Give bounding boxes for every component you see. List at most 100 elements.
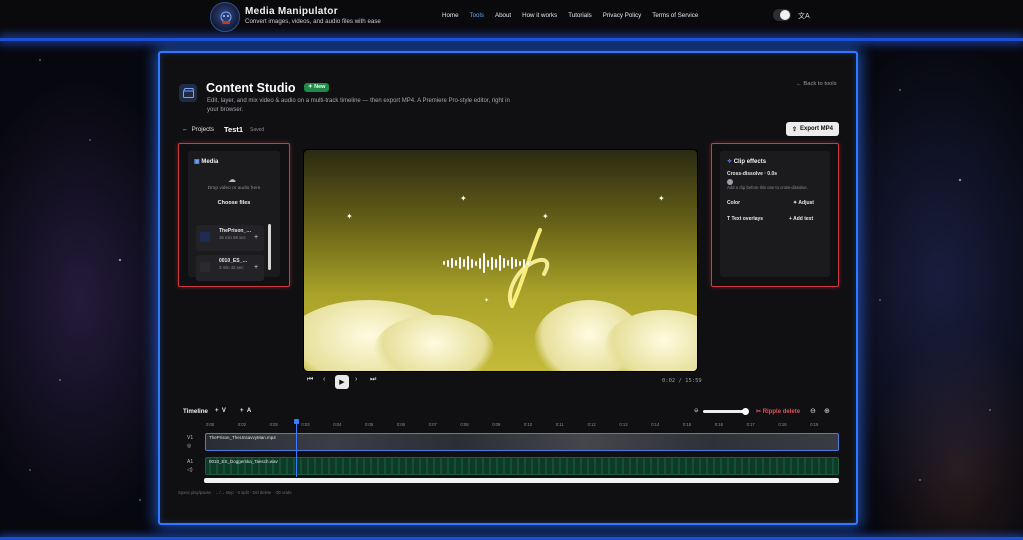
- playhead[interactable]: [294, 419, 299, 477]
- media-item-duration: 3 min 42 sec: [219, 265, 244, 270]
- audio-thumb-icon: [200, 262, 210, 272]
- ruler-tick: 0:07: [428, 422, 437, 427]
- upload-cloud-icon: ☁: [228, 175, 236, 184]
- app-root: Media Manipulator Convert images, videos…: [0, 0, 1023, 540]
- ruler-tick: 0:19: [810, 422, 819, 427]
- ruler-tick: 0:04: [333, 422, 342, 427]
- projects-link[interactable]: ← Projects: [182, 126, 214, 133]
- track-label-a1: A1: [187, 459, 194, 465]
- wand-icon: ✧: [727, 159, 733, 165]
- timeline-zoom-slider[interactable]: [703, 407, 749, 415]
- timeline-ruler[interactable]: 0:00 0:02 0:03 0:03 0:04 0:05 0:06 0:07 0:08 0:09…: [204, 422, 838, 431]
- ruler-tick: 0:02: [237, 422, 246, 427]
- nav-tools[interactable]: Tools: [470, 12, 484, 19]
- track-label-v1: V1: [187, 435, 194, 441]
- top-nav: Media Manipulator Convert images, videos…: [0, 0, 1023, 38]
- zoom-out-small-icon: ⊖: [694, 408, 699, 414]
- media-item[interactable]: 0010_ES_… 3 min 42 sec +: [196, 255, 264, 281]
- ripple-delete-button[interactable]: ✂ Ripple delete: [756, 408, 800, 415]
- crossfade-label: Cross-dissolve · 0.0s: [727, 171, 778, 177]
- step-forward-icon[interactable]: ›: [355, 376, 357, 383]
- color-label: Color: [727, 200, 741, 206]
- clapperboard-icon: [179, 84, 197, 102]
- text-overlays-text: Text overlays: [731, 216, 764, 222]
- play-button[interactable]: ▶: [335, 375, 349, 389]
- skip-start-icon[interactable]: ⏮: [307, 376, 313, 384]
- media-panel-title: Media: [201, 159, 219, 165]
- speaker-icon[interactable]: ◁): [187, 467, 193, 473]
- logo-icon[interactable]: [210, 2, 240, 32]
- nav-how-it-works[interactable]: How it works: [522, 12, 557, 19]
- timeline-scrollbar[interactable]: [204, 478, 839, 483]
- step-back-icon[interactable]: ‹: [323, 376, 325, 383]
- translate-icon[interactable]: 文A: [798, 11, 810, 21]
- effects-panel-title: Clip effects: [733, 159, 767, 165]
- nav-glow-divider: [0, 38, 1023, 41]
- ruler-tick: 0:08: [460, 422, 469, 427]
- export-icon: ⇪: [791, 126, 797, 133]
- drop-text: Drop video or audio here: [207, 186, 261, 191]
- skip-end-icon[interactable]: ⏭: [370, 376, 376, 384]
- zoom-out-icon[interactable]: ⊖: [810, 407, 816, 415]
- media-panel-header: ▣ Media: [194, 158, 218, 165]
- crossfade-hint: Add a clip before this one to cross-diss…: [727, 185, 808, 190]
- sparkle-icon: ✦: [542, 212, 549, 221]
- add-audio-track-button[interactable]: + A: [240, 408, 251, 414]
- ruler-tick: 0:13: [619, 422, 628, 427]
- video-clip-name: ThePrison_TheUnsavvyMan.mp4: [209, 435, 276, 440]
- ruler-tick: 0:10: [524, 422, 533, 427]
- choose-files-button[interactable]: Choose files: [218, 200, 251, 206]
- new-badge-label: New: [314, 84, 326, 90]
- ruler-tick: 0:17: [746, 422, 755, 427]
- ruler-tick: 0:06: [396, 422, 405, 427]
- add-to-timeline-icon[interactable]: +: [254, 234, 258, 241]
- project-name[interactable]: Test1: [224, 125, 243, 134]
- nav-terms[interactable]: Terms of Service: [652, 12, 698, 19]
- zoom-in-icon[interactable]: ⊕: [824, 407, 830, 415]
- video-thumb-icon: [200, 232, 210, 242]
- export-label: Export MP4: [800, 126, 834, 132]
- audio-clip[interactable]: 0010_ES_Doggerska_Taesch.wav: [205, 457, 839, 475]
- media-item-duration: 16 min 59 sec: [219, 235, 246, 240]
- add-text-label: Add text: [793, 216, 814, 222]
- ruler-tick: 0:16: [714, 422, 723, 427]
- add-to-timeline-icon[interactable]: +: [254, 264, 258, 271]
- keyboard-hint: Space play/pause · ←/→ step · S split · …: [178, 490, 292, 495]
- media-scrollbar[interactable]: [268, 224, 271, 270]
- add-video-label: V: [221, 408, 226, 414]
- adjust-button[interactable]: ✦ Adjust: [793, 200, 814, 206]
- sparkle-icon: ✦: [658, 194, 665, 203]
- media-drop-zone[interactable]: ☁ Drop video or audio here Choose files: [197, 173, 271, 215]
- add-video-track-button[interactable]: + V: [215, 408, 226, 414]
- audio-waveform: [443, 252, 529, 274]
- add-text-button[interactable]: + Add text: [789, 216, 813, 222]
- back-to-tools-link[interactable]: ← Back to tools: [796, 81, 837, 87]
- video-clip[interactable]: ThePrison_TheUnsavvyMan.mp4: [205, 433, 839, 451]
- ruler-tick: 0:05: [365, 422, 374, 427]
- media-item[interactable]: ThePrison_… 16 min 59 sec +: [196, 225, 264, 251]
- nav-home[interactable]: Home: [442, 12, 459, 19]
- audio-clip-name: 0010_ES_Doggerska_Taesch.wav: [209, 459, 278, 464]
- ruler-tick: 0:03: [269, 422, 278, 427]
- media-item-name: ThePrison_…: [219, 228, 252, 234]
- ruler-tick: 0:14: [651, 422, 660, 427]
- ruler-tick: 0:03: [301, 422, 310, 427]
- ruler-tick: 0:11: [555, 422, 564, 427]
- nav-tutorials[interactable]: Tutorials: [568, 12, 592, 19]
- effects-panel: [720, 151, 830, 277]
- page-title: Content Studio: [206, 81, 296, 95]
- ripple-delete-label: Ripple delete: [762, 409, 801, 415]
- nav-about[interactable]: About: [495, 12, 511, 19]
- export-mp4-button[interactable]: ⇪ Export MP4: [786, 122, 839, 136]
- brand-title[interactable]: Media Manipulator: [245, 6, 338, 17]
- sparkle-icon: ✦: [484, 298, 490, 304]
- eye-icon[interactable]: ◎: [187, 443, 191, 449]
- nav-privacy[interactable]: Privacy Policy: [603, 12, 642, 19]
- effects-panel-header: ✧ Clip effects: [727, 158, 766, 165]
- timeline-title: Timeline: [183, 408, 208, 415]
- brand-subtitle: Convert images, videos, and audio files …: [245, 18, 381, 25]
- page-description: Edit, layer, and mix video & audio on a …: [207, 98, 510, 113]
- timecode: 0:02 / 15:59: [662, 378, 702, 384]
- theme-toggle[interactable]: [773, 9, 791, 21]
- add-audio-label: A: [246, 408, 252, 414]
